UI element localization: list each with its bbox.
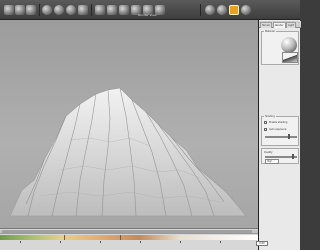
quality-slider-knob[interactable] (292, 154, 294, 159)
pin-icon[interactable] (229, 5, 239, 15)
enable-shading-checkbox[interactable] (264, 121, 267, 124)
toolbar-separator (200, 4, 201, 16)
auto-exposure-label: Auto exposure (269, 128, 287, 131)
quality-label: Quality (264, 151, 273, 154)
sphere-icon[interactable] (42, 5, 52, 15)
tab-render[interactable]: Render (273, 22, 286, 28)
toolbar-separator (39, 4, 40, 16)
camera-icon[interactable] (95, 5, 105, 15)
horizontal-scrollbar[interactable] (0, 230, 258, 234)
status-value-field[interactable]: 0.00 (256, 241, 268, 246)
material-group: Material (261, 30, 299, 65)
toolbar-caption: Render view (138, 13, 157, 17)
tab-terrain[interactable]: Terrain (260, 22, 273, 28)
scale-tick (20, 241, 21, 243)
auto-exposure-checkbox[interactable] (264, 128, 267, 131)
shading-slider[interactable] (265, 136, 297, 138)
scale-tick (220, 241, 221, 243)
info-icon[interactable] (205, 5, 215, 15)
grid-icon[interactable] (78, 5, 88, 15)
elevation-scale (0, 241, 258, 244)
shading-group: Shading Enable shading Auto exposure (261, 115, 299, 146)
terrain-render (9, 87, 247, 217)
tab-light[interactable]: Light (286, 22, 296, 28)
open-icon[interactable] (15, 5, 25, 15)
color-stop-marker[interactable] (120, 235, 121, 240)
shading-slider-knob[interactable] (288, 134, 290, 139)
material-ramp[interactable] (282, 52, 298, 63)
move-icon[interactable] (107, 5, 117, 15)
scale-tick (180, 241, 181, 243)
main-toolbar: Render view (0, 0, 300, 20)
save-icon[interactable] (26, 5, 36, 15)
toolbar-separator (91, 4, 92, 16)
globe-icon[interactable] (54, 5, 64, 15)
enable-shading-label: Enable shading (269, 121, 288, 124)
scale-tick (100, 241, 101, 243)
quality-dropdown[interactable]: High (265, 159, 279, 164)
elevation-color-bar[interactable] (0, 235, 258, 240)
new-icon[interactable] (4, 5, 14, 15)
terrain-viewport[interactable] (0, 20, 258, 228)
material-preview[interactable] (281, 37, 297, 53)
quality-group: Quality High (261, 148, 299, 164)
shading-group-title: Shading (264, 115, 276, 118)
settings-icon[interactable] (217, 5, 227, 15)
rotate-icon[interactable] (119, 5, 129, 15)
scale-tick (60, 241, 61, 243)
shading-icon[interactable] (66, 5, 76, 15)
material-group-title: Material (264, 30, 276, 33)
scrollbar-thumb[interactable] (2, 230, 252, 233)
panel-tabs: Terrain Render Light (259, 21, 301, 28)
color-stop-marker[interactable] (64, 235, 65, 240)
properties-panel: Terrain Render Light Material Shading En… (258, 20, 301, 250)
help-icon[interactable] (241, 5, 251, 15)
scale-tick (140, 241, 141, 243)
bottom-strip (0, 228, 258, 250)
